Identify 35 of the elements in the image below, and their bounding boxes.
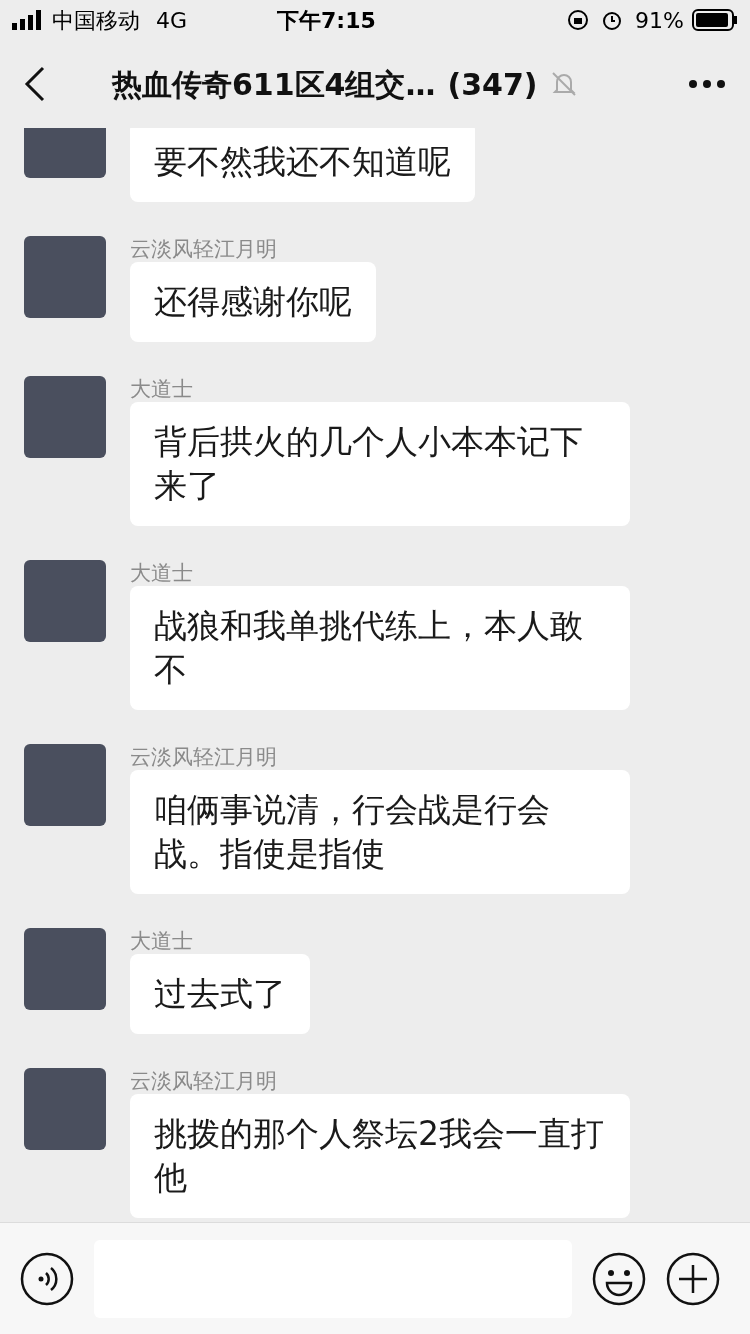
carrier-label: 中国移动: [52, 6, 140, 35]
sender-name: 云淡风轻江月明: [130, 1068, 277, 1094]
member-count: (347): [447, 65, 538, 104]
avatar-photo-placeholder[interactable]: [24, 236, 106, 318]
message-bubble: 过去式了: [130, 954, 310, 1034]
sender-name: 大道士: [130, 928, 193, 954]
avatar-photo-placeholder[interactable]: [24, 744, 106, 826]
avatar-photo-placeholder[interactable]: [24, 560, 106, 642]
network-label: 4G: [156, 6, 188, 35]
avatar-photo-placeholder[interactable]: [24, 1068, 106, 1150]
sender-name: 大道士: [130, 560, 193, 586]
message-bubble: 挑拨的那个人祭坛2我会一直打他: [130, 1094, 630, 1218]
battery-percent: 91%: [635, 6, 684, 35]
voice-icon[interactable]: [20, 1251, 74, 1306]
message-bubble: 背后拱火的几个人小本本记下来了: [130, 402, 630, 526]
message-bubble: 咱俩事说清，行会战是行会战。指使是指使: [130, 770, 630, 894]
rotation-lock-icon: [567, 9, 590, 31]
signal-icon: [12, 10, 44, 30]
muted-bell-icon: [549, 70, 578, 98]
time-label: 下午7:15: [277, 6, 376, 35]
alarm-icon: [601, 9, 624, 31]
plus-icon[interactable]: [666, 1251, 720, 1306]
avatar-photo-placeholder[interactable]: [24, 376, 106, 458]
avatar-photo-placeholder[interactable]: [24, 928, 106, 1010]
battery-icon: [692, 9, 738, 31]
sender-name: 云淡风轻江月明: [130, 236, 277, 262]
chat-title: 热血传奇611区4组交…: [112, 65, 436, 104]
message-bubble: 战狼和我单挑代练上，本人敢不: [130, 586, 630, 710]
sender-name: 云淡风轻江月明: [130, 744, 277, 770]
message-bubble: 要不然我还不知道呢: [130, 128, 475, 202]
back-icon[interactable]: [24, 66, 46, 102]
emoji-icon[interactable]: [592, 1251, 646, 1306]
more-icon[interactable]: [688, 79, 726, 89]
sender-name: 大道士: [130, 376, 193, 402]
message-bubble: 还得感谢你呢: [130, 262, 376, 342]
